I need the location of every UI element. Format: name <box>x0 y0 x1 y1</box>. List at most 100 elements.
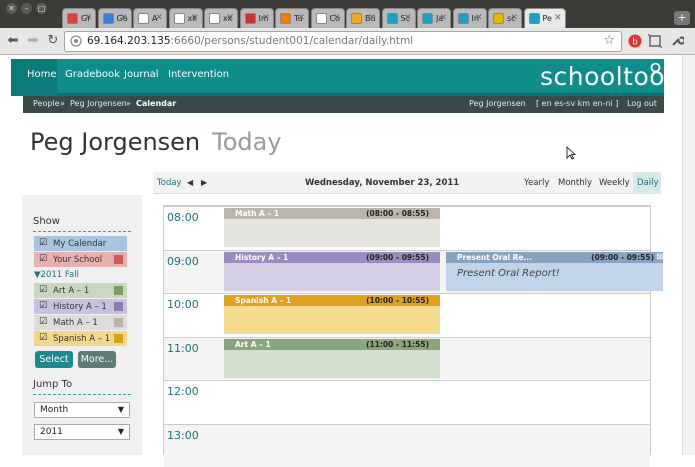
calendar-event[interactable]: History A – 1 (09:00 - 09:55) <box>224 251 440 291</box>
browser-tab[interactable]: Pe ✕ <box>523 8 566 28</box>
group-toggle[interactable]: ▼2011 Fall <box>34 270 79 280</box>
section-toggle[interactable]: ☑ Art A – 1 <box>34 283 127 298</box>
resize-icon[interactable] <box>648 34 662 48</box>
tab-close-icon[interactable]: ✕ <box>191 13 199 23</box>
tab-close-icon[interactable]: ✕ <box>510 13 518 23</box>
tab-close-icon[interactable]: ✕ <box>439 13 447 23</box>
browser-tab[interactable]: Tu ✕ <box>275 8 309 28</box>
logout-link[interactable]: Log out <box>627 99 657 108</box>
event-time: (09:00 - 09:55) <box>366 252 429 262</box>
hour-row[interactable]: 12:00 <box>164 380 650 423</box>
bookmark-star-icon[interactable]: ☆ <box>603 33 615 48</box>
jump-period-value: Month <box>40 405 69 415</box>
checkbox-checked-icon[interactable]: ☑ <box>39 333 49 343</box>
browser-tab[interactable]: Im ✕ <box>239 8 274 28</box>
show-heading: Show <box>33 216 60 227</box>
tab-close-icon[interactable]: ✕ <box>333 13 341 23</box>
wrench-icon[interactable] <box>670 34 684 48</box>
jump-heading: Jump To <box>33 379 73 390</box>
browser-tab[interactable]: xk ✕ <box>204 8 238 28</box>
calendar-event[interactable]: Math A – 1 (08:00 - 08:55) <box>224 208 440 247</box>
view-monthly[interactable]: Monthly <box>558 178 592 188</box>
tab-close-icon[interactable]: ✕ <box>297 13 305 23</box>
hour-row[interactable]: 13:00 <box>164 423 650 467</box>
language-selector[interactable]: [ en es-sv km en-ni ] <box>536 99 618 108</box>
page-scrollbar[interactable] <box>682 55 695 455</box>
tab-close-icon[interactable]: ✕ <box>404 13 412 23</box>
tab-favicon-icon <box>67 13 78 24</box>
extension-icon[interactable]: b <box>628 34 642 48</box>
tab-close-icon[interactable]: ✕ <box>368 13 376 23</box>
calendar-toggle[interactable]: ☑ My Calendar <box>34 236 127 251</box>
checkbox-checked-icon[interactable]: ☑ <box>39 254 49 264</box>
event-close-icon[interactable]: ⊠ <box>656 252 663 261</box>
browser-tab[interactable]: xk ✕ <box>168 8 203 28</box>
window-close-icon[interactable]: ✕ <box>6 3 17 14</box>
view-yearly[interactable]: Yearly <box>524 178 549 188</box>
address-bar[interactable]: 69.164.203.135:6660/persons/student001/c… <box>64 31 622 52</box>
tab-close-icon[interactable]: ✕ <box>84 13 92 23</box>
tab-favicon-icon <box>102 13 114 24</box>
reload-icon[interactable]: ↻ <box>44 32 62 50</box>
view-weekly[interactable]: Weekly <box>599 178 630 188</box>
browser-tab[interactable]: A ✕ <box>133 8 167 28</box>
browser-tab[interactable]: Bu ✕ <box>346 8 380 28</box>
view-daily[interactable]: Daily <box>637 178 659 188</box>
mouse-cursor-icon <box>566 146 576 160</box>
event-body <box>224 306 440 334</box>
nav-journal[interactable]: Journal <box>124 69 159 80</box>
calendar-event-assignment[interactable]: Present Oral Re... (09:00 - 09:55) ⊠ Presen… <box>446 251 663 291</box>
browser-tab[interactable]: Sc ✕ <box>381 8 416 28</box>
tab-close-icon[interactable]: ✕ <box>262 13 270 23</box>
window-minimize-icon[interactable]: – <box>21 3 32 14</box>
calendar-event[interactable]: Spanish A – 1 (10:00 - 10:55) <box>224 295 440 334</box>
svg-text:b: b <box>632 38 638 48</box>
breadcrumb-people[interactable]: People <box>33 99 60 108</box>
section-toggle[interactable]: ☑ History A – 1 <box>34 299 127 314</box>
new-tab-button[interactable]: + <box>674 11 690 25</box>
jump-period-select[interactable]: Month ▼ <box>34 402 130 418</box>
more-button[interactable]: More... <box>78 351 116 368</box>
select-button[interactable]: Select <box>35 351 73 368</box>
calendar-event[interactable]: Art A – 1 (11:00 - 11:55) <box>224 338 440 378</box>
browser-tab[interactable]: sc ✕ <box>488 8 522 28</box>
browser-tab[interactable]: Co ✕ <box>310 8 345 28</box>
browser-tab[interactable]: Ja ✕ <box>417 8 451 28</box>
tab-favicon-icon <box>209 13 220 24</box>
window-maximize-icon[interactable]: □ <box>36 3 47 14</box>
checkbox-checked-icon[interactable]: ☑ <box>39 238 49 248</box>
nav-home[interactable]: Home <box>27 69 57 80</box>
next-day-icon[interactable]: ▶ <box>201 178 207 187</box>
browser-tab[interactable]: In ✕ <box>452 8 487 28</box>
calendar-toggle[interactable]: ☑ Your School <box>34 252 127 267</box>
tab-close-icon[interactable]: ✕ <box>475 13 483 23</box>
color-swatch[interactable] <box>114 255 123 264</box>
tab-close-icon[interactable]: ✕ <box>155 13 163 23</box>
color-swatch[interactable] <box>114 334 123 343</box>
prev-day-icon[interactable]: ◀ <box>187 178 193 187</box>
forward-arrow-icon[interactable]: ➡ <box>24 32 42 50</box>
checkbox-checked-icon[interactable]: ☑ <box>39 317 49 327</box>
dropdown-arrow-icon: ▼ <box>117 405 124 414</box>
user-name[interactable]: Peg Jorgensen <box>469 99 526 108</box>
today-link[interactable]: Today <box>157 178 182 188</box>
breadcrumb-person[interactable]: Peg Jorgensen <box>70 99 127 108</box>
checkbox-checked-icon[interactable]: ☑ <box>39 301 49 311</box>
tab-close-icon[interactable]: ✕ <box>226 13 234 23</box>
back-arrow-icon[interactable]: ⬅ <box>4 32 22 50</box>
section-toggle[interactable]: ☑ Spanish A – 1 <box>34 331 127 346</box>
nav-intervention[interactable]: Intervention <box>168 69 229 80</box>
browser-tab[interactable]: Gr ✕ <box>62 8 96 28</box>
hour-label: 09:00 <box>167 254 199 268</box>
jump-year-select[interactable]: 2011 ▼ <box>34 424 130 440</box>
color-swatch[interactable] <box>114 286 123 295</box>
checkbox-checked-icon[interactable]: ☑ <box>39 285 49 295</box>
tab-close-icon[interactable]: ✕ <box>120 13 128 23</box>
section-toggle[interactable]: ☑ Math A – 1 <box>34 315 127 330</box>
browser-tab[interactable]: Go ✕ <box>97 8 132 28</box>
color-swatch[interactable] <box>114 318 123 327</box>
color-swatch[interactable] <box>114 302 123 311</box>
nav-gradebook[interactable]: Gradebook <box>65 69 120 80</box>
tab-close-icon[interactable]: ✕ <box>554 13 562 23</box>
logo-mark-icon <box>650 62 661 73</box>
